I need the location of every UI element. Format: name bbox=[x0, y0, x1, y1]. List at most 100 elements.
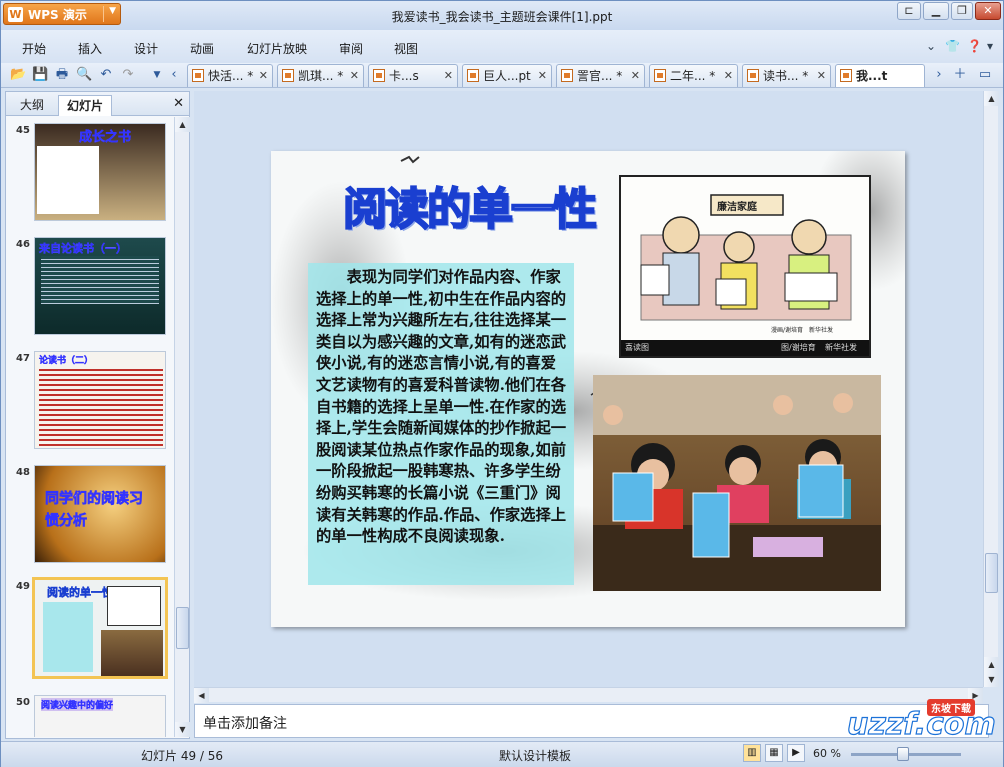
menu-bar: 开始 插入 设计 动画 幻灯片放映 审阅 视图 ⌄ 👕 ❓ ▾ bbox=[1, 30, 1003, 63]
title-bar: W WPS 演示 ▼ 我爱读书_我会读书_主题班会课件[1].ppt ⊏ ▁ ❐… bbox=[1, 1, 1003, 30]
slide-thumbnails: 45 成长之书 46 来自论读书（一） 47 论读书（二） 48 同学们的阅读习… bbox=[6, 117, 176, 737]
help-dropdown-icon[interactable]: ▾ bbox=[987, 39, 993, 53]
scroll-thumb[interactable] bbox=[985, 553, 998, 593]
maximize-button[interactable]: ❐ bbox=[951, 2, 973, 20]
slides-pane: 大纲 幻灯片 ✕ 45 成长之书 46 来自论读书（一） 47 论读书（二） 4… bbox=[5, 91, 190, 739]
thumb-textblock bbox=[37, 146, 99, 214]
doc-tab-2[interactable]: 凯琪... * ✕ bbox=[277, 64, 364, 87]
thumb-textblock bbox=[41, 256, 159, 304]
collapse-ribbon-icon[interactable]: ⌄ bbox=[926, 39, 936, 53]
doc-tab-label: 凯琪... * bbox=[298, 69, 344, 83]
menu-view[interactable]: 视图 bbox=[394, 40, 418, 57]
help-restore-button[interactable]: ⊏ bbox=[897, 2, 921, 20]
menu-insert[interactable]: 插入 bbox=[78, 40, 102, 57]
doc-tab-label: 快活... * bbox=[208, 69, 254, 83]
cartoon-sign-text: 廉洁家庭 bbox=[717, 202, 757, 213]
slide-thumb-46[interactable]: 来自论读书（一） bbox=[34, 237, 166, 335]
tab-close-icon[interactable]: ✕ bbox=[538, 65, 547, 87]
tab-close-icon[interactable]: ✕ bbox=[817, 65, 826, 87]
caption-mid: 图/谢培育 bbox=[781, 343, 816, 352]
print-preview-icon[interactable]: 🔍 bbox=[76, 67, 92, 83]
save-icon[interactable]: 💾 bbox=[32, 67, 48, 83]
tab-close-icon[interactable]: ✕ bbox=[724, 65, 733, 87]
thumb-title: 阅读的单一性 bbox=[47, 586, 114, 600]
doc-tab-7[interactable]: 读书... * ✕ bbox=[742, 64, 831, 87]
notes-placeholder: 单击添加备注 bbox=[203, 716, 287, 732]
ppt-file-icon bbox=[373, 69, 385, 82]
tab-close-icon[interactable]: ✕ bbox=[350, 65, 359, 87]
menu-design[interactable]: 设计 bbox=[134, 40, 158, 57]
watermark-text: uzzf.com bbox=[846, 706, 996, 742]
tab-slides[interactable]: 幻灯片 bbox=[58, 95, 113, 116]
ppt-file-icon bbox=[192, 69, 204, 82]
thumb-picture bbox=[107, 586, 161, 626]
close-button[interactable]: ✕ bbox=[975, 2, 1001, 20]
tab-close-icon[interactable]: ✕ bbox=[444, 65, 453, 87]
undo-icon[interactable]: ↶ bbox=[98, 67, 114, 83]
customize-toolbar-icon[interactable]: ▼ bbox=[149, 67, 165, 83]
slide-canvas[interactable]: 阅读的单一性 表现为同学们对作品内容、作家选择上的单一性,初中生在作品内容的选择… bbox=[271, 151, 905, 627]
slide-title[interactable]: 阅读的单一性 bbox=[342, 173, 598, 237]
cartoon-picture[interactable]: 廉洁家庭 漫画/谢培育 新华社发 喜读图 图/谢培育 新华社发 bbox=[619, 175, 871, 358]
slide-thumb-45[interactable]: 成长之书 bbox=[34, 123, 166, 221]
menu-animation[interactable]: 动画 bbox=[190, 40, 214, 57]
doc-tab-4[interactable]: 巨人...pt ✕ bbox=[462, 64, 552, 87]
doc-tab-1[interactable]: 快活... * ✕ bbox=[187, 64, 273, 87]
doc-tab-label: 巨人...pt bbox=[483, 69, 531, 83]
cartoon-credit: 漫画/谢培育 新华社发 bbox=[771, 327, 834, 334]
app-window: W WPS 演示 ▼ 我爱读书_我会读书_主题班会课件[1].ppt ⊏ ▁ ❐… bbox=[0, 0, 1004, 767]
minimize-button[interactable]: ▁ bbox=[923, 2, 949, 20]
help-icon[interactable]: ❓ bbox=[967, 39, 982, 53]
next-slide-icon[interactable]: ▼ bbox=[984, 672, 999, 687]
slide-body-textbox[interactable]: 表现为同学们对作品内容、作家选择上的单一性,初中生在作品内容的选择上常为兴趣所左… bbox=[308, 263, 574, 585]
slide-editor: 阅读的单一性 表现为同学们对作品内容、作家选择上的单一性,初中生在作品内容的选择… bbox=[194, 91, 983, 687]
open-icon[interactable]: 📂 bbox=[10, 67, 26, 83]
prev-slide-icon[interactable]: ▲ bbox=[984, 657, 999, 672]
slide-thumb-50[interactable]: 阅读兴趣中的偏好 bbox=[34, 695, 166, 737]
close-pane-icon[interactable]: ✕ bbox=[173, 96, 184, 111]
tab-scroll-left-icon[interactable]: ‹ bbox=[166, 67, 182, 83]
redo-icon[interactable]: ↷ bbox=[120, 67, 136, 83]
doc-tab-3[interactable]: 卡...s ✕ bbox=[368, 64, 458, 87]
thumb-textblock bbox=[43, 602, 93, 672]
design-template: 默认设计模板 bbox=[499, 749, 572, 763]
slide-thumb-47[interactable]: 论读书（二） bbox=[34, 351, 166, 449]
classroom-photo[interactable] bbox=[593, 375, 881, 591]
new-tab-icon[interactable]: ＋ bbox=[952, 67, 968, 83]
thumbs-scrollbar[interactable]: ▲ ▼ bbox=[174, 117, 190, 737]
sorter-view-icon[interactable]: ▦ bbox=[765, 744, 783, 762]
doc-tab-label: 读书... * bbox=[763, 69, 809, 83]
tab-close-icon[interactable]: ✕ bbox=[631, 65, 640, 87]
tab-close-icon[interactable]: ✕ bbox=[259, 65, 268, 87]
ppt-file-icon bbox=[467, 69, 479, 82]
menu-home[interactable]: 开始 bbox=[22, 40, 46, 57]
menu-review[interactable]: 审阅 bbox=[339, 40, 363, 57]
doc-tab-6[interactable]: 二年... * ✕ bbox=[649, 64, 738, 87]
ppt-file-icon bbox=[654, 69, 666, 82]
document-title: 我爱读书_我会读书_主题班会课件[1].ppt bbox=[391, 10, 613, 24]
scroll-down-icon[interactable]: ▼ bbox=[175, 722, 190, 737]
doc-tab-8-active[interactable]: 我...t bbox=[835, 64, 925, 87]
slide-thumb-48[interactable]: 同学们的阅读习惯分析 bbox=[34, 465, 166, 563]
skin-icon[interactable]: 👕 bbox=[945, 39, 960, 53]
ppt-file-icon bbox=[840, 69, 852, 82]
thumb-number: 50 bbox=[16, 697, 30, 708]
tab-outline[interactable]: 大纲 bbox=[12, 95, 52, 116]
doc-tab-5[interactable]: 詈官... * ✕ bbox=[556, 64, 645, 87]
tab-scroll-right-icon[interactable]: › bbox=[931, 67, 947, 83]
menu-slideshow[interactable]: 幻灯片放映 bbox=[247, 40, 307, 57]
slideshow-view-icon[interactable]: ▶ bbox=[787, 744, 805, 762]
slide-thumb-49-selected[interactable]: 阅读的单一性 bbox=[32, 577, 168, 679]
editor-vertical-scrollbar[interactable]: ▲ ▲ ▼ bbox=[983, 91, 999, 687]
watermark-logo: 东坡下载 uzzf.com bbox=[827, 697, 1003, 753]
scroll-thumb[interactable] bbox=[176, 607, 189, 649]
scroll-up-icon[interactable]: ▲ bbox=[984, 91, 999, 106]
scroll-up-icon[interactable]: ▲ bbox=[175, 117, 190, 132]
tab-list-icon[interactable]: ▭ bbox=[977, 67, 993, 83]
scroll-left-icon[interactable]: ◀ bbox=[194, 688, 209, 703]
slide-position: 幻灯片 49 / 56 bbox=[141, 749, 224, 763]
thumb-title: 论读书（二） bbox=[39, 356, 94, 366]
print-icon[interactable]: 🖶 bbox=[54, 67, 70, 83]
ppt-file-icon bbox=[747, 69, 759, 82]
normal-view-icon[interactable]: ▥ bbox=[743, 744, 761, 762]
